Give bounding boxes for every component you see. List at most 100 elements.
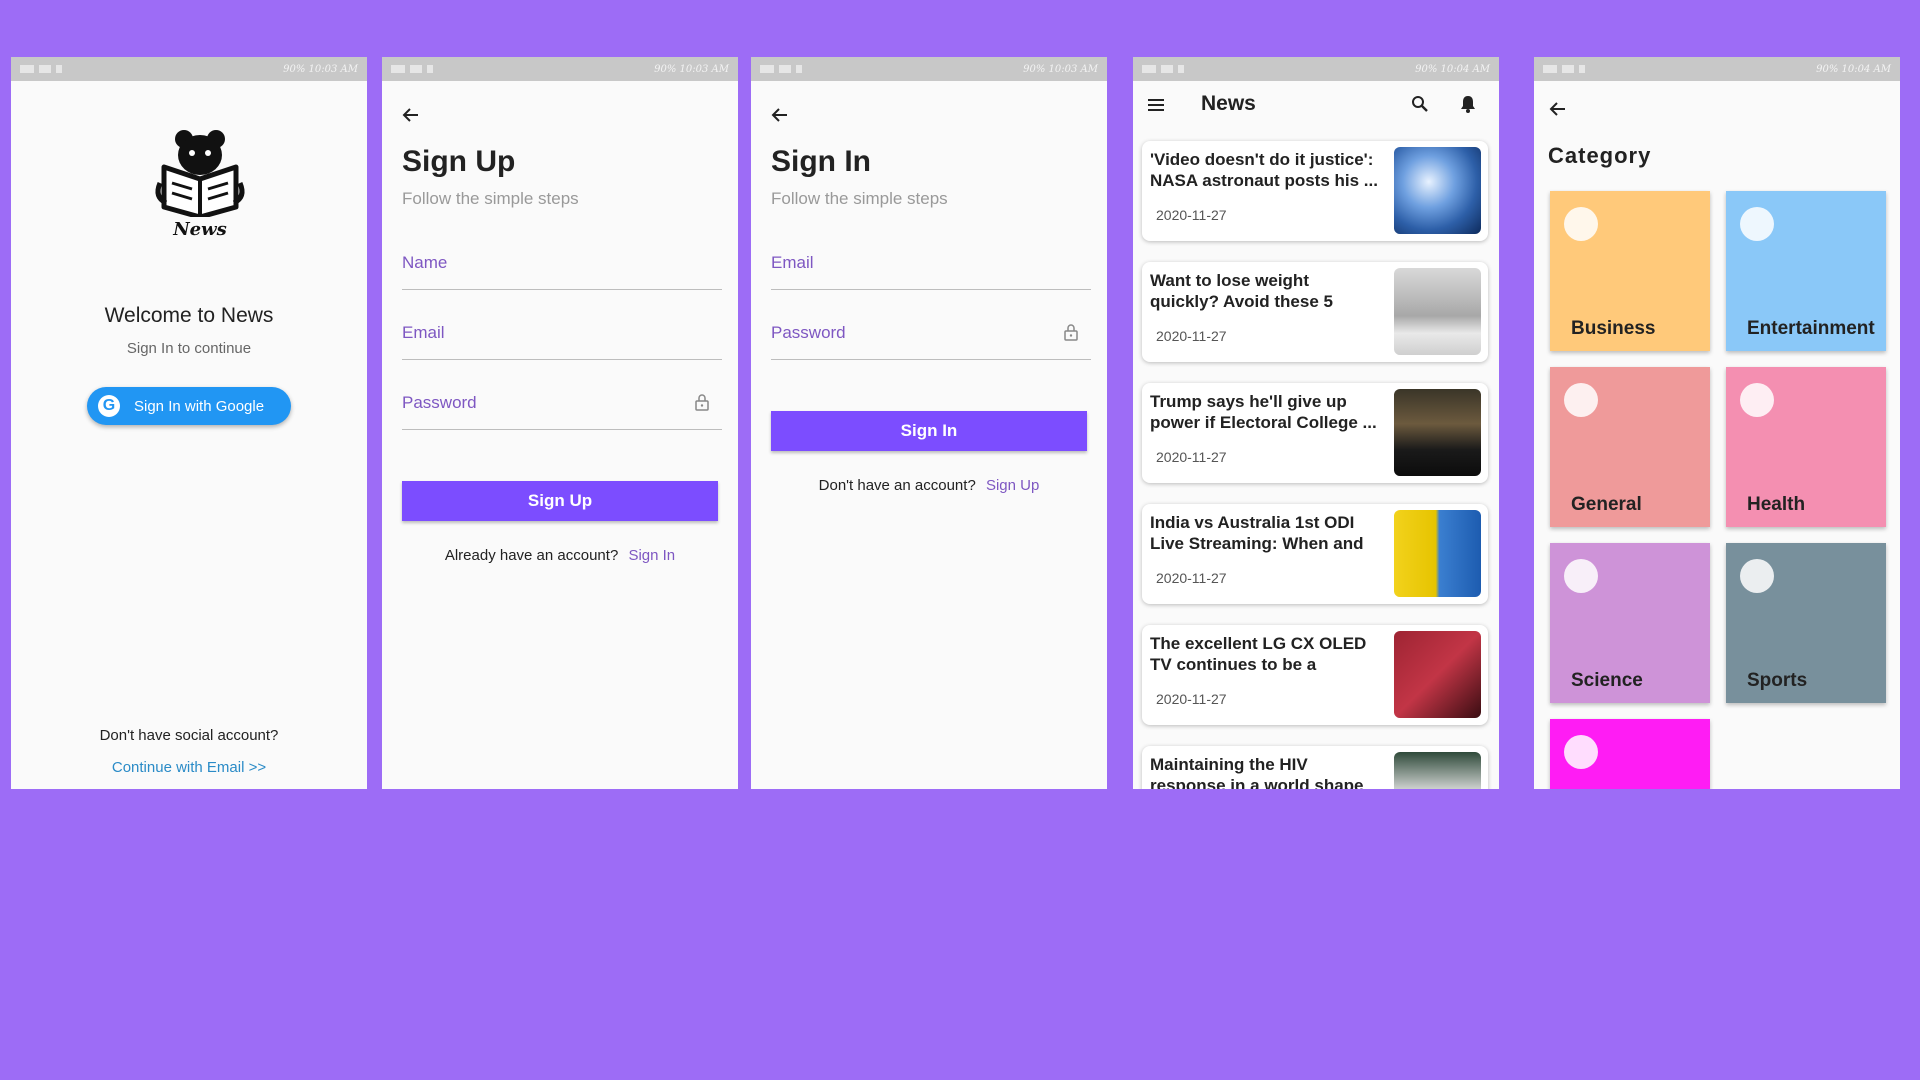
signup-screen: 90% 10:03 AM Sign Up Follow the simple s… — [382, 57, 738, 789]
category-tile-technology[interactable] — [1550, 719, 1710, 789]
category-label: Entertainment — [1747, 318, 1875, 339]
app-title: News — [1201, 92, 1256, 115]
article-title: Want to lose weight quickly? Avoid these… — [1150, 271, 1333, 311]
welcome-subtitle: Sign In to continue — [126, 340, 252, 357]
password-field[interactable]: Password — [771, 317, 1091, 360]
email-field-label: Email — [402, 323, 445, 342]
news-screen: 90% 10:04 AM News 'Video doesn't do it j… — [1133, 57, 1499, 789]
reader-bear-icon — [155, 130, 245, 220]
signin-link[interactable]: Sign In — [628, 547, 675, 564]
article-title: Trump says he'll give up power if Electo… — [1150, 392, 1377, 432]
menu-icon[interactable] — [1147, 97, 1165, 113]
category-tile-business[interactable]: Business — [1550, 191, 1710, 351]
password-field[interactable]: Password — [402, 387, 722, 430]
app-bar: News — [1133, 81, 1499, 129]
article-title: Maintaining the HIV response in a world … — [1150, 755, 1364, 789]
continue-email-link[interactable]: Continue with Email >> — [11, 759, 367, 776]
lock-icon[interactable] — [1063, 323, 1079, 341]
category-icon — [1564, 207, 1598, 241]
email-field[interactable]: Email — [402, 317, 722, 360]
signup-prompt: Don't have an account? Sign Up — [751, 477, 1107, 494]
status-bar: 90% 10:04 AM — [1534, 57, 1900, 81]
category-tile-general[interactable]: General — [1550, 367, 1710, 527]
signin-question: Already have an account? — [444, 547, 619, 564]
lock-icon[interactable] — [694, 393, 710, 411]
news-card[interactable]: India vs Australia 1st ODI Live Streamin… — [1142, 504, 1488, 604]
password-field-label: Password — [402, 393, 477, 412]
status-bar: 90% 10:03 AM — [751, 57, 1107, 81]
news-logo: News — [148, 127, 252, 243]
page-title: Sign Up — [402, 145, 516, 178]
status-bar: 90% 10:03 AM — [382, 57, 738, 81]
category-label: Health — [1747, 494, 1806, 515]
page-title: Sign In — [771, 145, 871, 178]
page-subtitle: Follow the simple steps — [771, 189, 948, 208]
name-field[interactable]: Name — [402, 247, 722, 290]
cricket-thumbnail — [1394, 510, 1481, 597]
category-icon — [1564, 735, 1598, 769]
article-date: 2020-11-27 — [1156, 691, 1227, 707]
password-field-label: Password — [771, 323, 846, 342]
status-time: 90% 10:03 AM — [1023, 63, 1098, 75]
scale-thumbnail — [1394, 268, 1481, 355]
hiv-thumbnail — [1394, 752, 1481, 789]
news-card[interactable]: The excellent LG CX OLED TV continues to… — [1142, 625, 1488, 725]
status-icons — [1142, 65, 1184, 73]
article-title: 'Video doesn't do it justice': NASA astr… — [1150, 150, 1378, 190]
page-title: Category — [1548, 143, 1652, 168]
name-field-label: Name — [402, 253, 448, 272]
category-icon — [1740, 207, 1774, 241]
article-date: 2020-11-27 — [1156, 207, 1227, 223]
status-icons — [20, 65, 62, 73]
welcome-title: Welcome to News — [104, 304, 274, 327]
welcome-screen: 90% 10:03 AM News Welcome to News Sign I… — [11, 57, 367, 789]
back-arrow-icon[interactable] — [401, 105, 421, 125]
article-title: The excellent LG CX OLED TV continues to… — [1150, 634, 1367, 674]
category-tile-science[interactable]: Science — [1550, 543, 1710, 703]
status-time: 90% 10:03 AM — [654, 63, 729, 75]
category-tile-sports[interactable]: Sports — [1726, 543, 1886, 703]
status-icons — [391, 65, 433, 73]
status-icons — [1543, 65, 1585, 73]
status-bar: 90% 10:03 AM — [11, 57, 367, 81]
google-icon: G — [98, 395, 120, 417]
category-label: Science — [1571, 670, 1643, 691]
signin-button[interactable]: Sign In — [771, 411, 1087, 451]
google-signin-button[interactable]: G Sign In with Google — [87, 387, 291, 425]
status-time: 90% 10:03 AM — [283, 63, 358, 75]
news-card[interactable]: Maintaining the HIV response in a world … — [1142, 746, 1488, 789]
category-tile-entertainment[interactable]: Entertainment — [1726, 191, 1886, 351]
search-icon[interactable] — [1411, 95, 1429, 113]
category-icon — [1564, 383, 1598, 417]
article-date: 2020-11-27 — [1156, 328, 1227, 344]
category-icon — [1740, 559, 1774, 593]
article-date: 2020-11-27 — [1156, 449, 1227, 465]
signin-prompt: Already have an account? Sign In — [382, 547, 738, 564]
signup-link[interactable]: Sign Up — [986, 477, 1039, 494]
podium-thumbnail — [1394, 389, 1481, 476]
social-question: Don't have social account? — [99, 727, 279, 744]
back-arrow-icon[interactable] — [770, 105, 790, 125]
notification-bell-icon[interactable] — [1459, 94, 1477, 114]
signin-screen: 90% 10:03 AM Sign In Follow the simple s… — [751, 57, 1107, 789]
email-field[interactable]: Email — [771, 247, 1091, 290]
earth-thumbnail — [1394, 147, 1481, 234]
google-button-label: Sign In with Google — [134, 397, 265, 415]
signup-button[interactable]: Sign Up — [402, 481, 718, 521]
category-tile-health[interactable]: Health — [1726, 367, 1886, 527]
news-card[interactable]: Trump says he'll give up power if Electo… — [1142, 383, 1488, 483]
logo-wordmark: News — [173, 219, 227, 240]
category-label: General — [1571, 494, 1642, 515]
tv-thumbnail — [1394, 631, 1481, 718]
page-subtitle: Follow the simple steps — [402, 189, 579, 208]
article-date: 2020-11-27 — [1156, 570, 1227, 586]
article-title: India vs Australia 1st ODI Live Streamin… — [1150, 513, 1364, 553]
news-card[interactable]: Want to lose weight quickly? Avoid these… — [1142, 262, 1488, 362]
category-label: Sports — [1747, 670, 1808, 691]
category-icon — [1564, 559, 1598, 593]
category-screen: 90% 10:04 AM Category Business Entertain… — [1534, 57, 1900, 789]
back-arrow-icon[interactable] — [1548, 99, 1568, 119]
status-time: 90% 10:04 AM — [1816, 63, 1891, 75]
news-card[interactable]: 'Video doesn't do it justice': NASA astr… — [1142, 141, 1488, 241]
email-field-label: Email — [771, 253, 814, 272]
